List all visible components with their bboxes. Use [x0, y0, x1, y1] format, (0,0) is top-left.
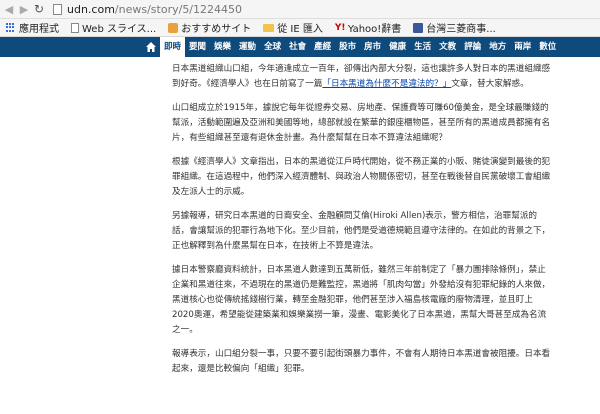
article-body: 日本黑道組織山口組，今年適逢成立一百年，卻傳出內部大分裂，這也讓許多人對日本的黑…	[172, 62, 552, 386]
site-icon	[168, 22, 179, 33]
nav-tab-stocks[interactable]: 股市	[335, 37, 360, 57]
nav-tab-health[interactable]: 健康	[385, 37, 410, 57]
bookmark-label: 從 IE 匯入	[277, 24, 323, 35]
nav-tab-global[interactable]: 全球	[260, 37, 285, 57]
url-field[interactable]: udn.com/news/story/5/1224450	[67, 3, 242, 16]
yahoo-icon: Y!	[334, 22, 346, 33]
nav-tab-realestate[interactable]: 房市	[360, 37, 385, 57]
article-paragraph: 另據報導，研究日本黑道的日裔安全、金融顧問艾倫(Hiroki Allen)表示，…	[172, 211, 551, 251]
bookmark-yahoo-dictionary[interactable]: Y! Yahoo!辭書	[334, 20, 402, 36]
nav-tab-life[interactable]: 生活	[410, 37, 435, 57]
bookmark-ie-import[interactable]: 從 IE 匯入	[263, 20, 323, 35]
bookmarks-bar: 應用程式 Web スライス... おすすめサイト 從 IE 匯入 Y! Yaho…	[0, 19, 600, 37]
nav-tab-opinion[interactable]: 評論	[460, 37, 485, 57]
favicon-icon	[413, 22, 424, 33]
home-icon[interactable]	[146, 37, 156, 57]
bookmark-mitsubishi[interactable]: 台灣三菱商事...	[413, 20, 496, 35]
article-paragraph: 報導表示，山口組分裂一事，只要不要引起街頭暴力事件，不會有人期待日本黑道會被阻擾…	[172, 349, 551, 374]
address-bar: ◀ ▶ ↻ udn.com/news/story/5/1224450	[0, 0, 600, 19]
nav-tab-sports[interactable]: 運動	[235, 37, 260, 57]
forward-arrow-icon[interactable]: ▶	[18, 2, 30, 16]
bookmark-label: 應用程式	[19, 24, 59, 35]
nav-tab-society[interactable]: 社會	[285, 37, 310, 57]
bookmark-web-slice[interactable]: Web スライス...	[71, 20, 156, 35]
url-path: /news/story/5/1224450	[114, 2, 243, 16]
reload-icon[interactable]: ↻	[33, 2, 45, 16]
bookmark-label: Web スライス...	[82, 24, 157, 35]
paragraph-text: 文章，替大家解惑。	[451, 79, 529, 89]
bookmark-apps[interactable]: 應用程式	[6, 20, 59, 35]
article-paragraph: 山口組成立於1915年，據說它每年從證券交易、房地產、保護費等可賺60億美金，是…	[172, 103, 551, 143]
article-paragraph: 日本黑道組織山口組，今年適逢成立一百年，卻傳出內部大分裂，這也讓許多人對日本的黑…	[172, 62, 552, 92]
article-link[interactable]: 「日本黑道為什麼不是違法的？」	[322, 79, 451, 89]
nav-tab-crossstrait[interactable]: 兩岸	[510, 37, 535, 57]
nav-tab-local[interactable]: 地方	[485, 37, 510, 57]
nav-tab-education[interactable]: 文教	[435, 37, 460, 57]
nav-tab-instant[interactable]: 即時	[160, 37, 186, 57]
site-nav: 即時 要聞 娛樂 運動 全球 社會 產經 股市 房市 健康 生活 文教 評論 地…	[0, 37, 600, 57]
nav-tab-entertainment[interactable]: 娛樂	[210, 37, 235, 57]
article-paragraph: 根據《經濟學人》文章指出，日本的黑道從江戶時代開始，從不務正業的小販、賭徒演變到…	[172, 157, 551, 197]
page-icon	[53, 3, 62, 15]
bookmark-recommended-sites[interactable]: おすすめサイト	[168, 20, 251, 35]
bookmark-label: 台灣三菱商事...	[426, 24, 496, 35]
back-arrow-icon[interactable]: ◀	[3, 2, 15, 16]
bookmark-label: おすすめサイト	[181, 24, 252, 35]
nav-tab-digital[interactable]: 數位	[535, 37, 560, 57]
bookmark-label: Yahoo!辭書	[347, 24, 402, 35]
article-paragraph: 據日本警察廳資料統計，日本黑道人數達到五萬新低，雖然三年前制定了「暴力團排除條例…	[172, 265, 551, 335]
nav-tab-economy[interactable]: 產經	[310, 37, 335, 57]
apps-grid-icon	[6, 22, 16, 33]
url-domain: udn.com	[67, 2, 115, 16]
folder-icon	[263, 23, 275, 32]
document-icon	[71, 22, 79, 33]
nav-tab-headlines[interactable]: 要聞	[185, 37, 210, 57]
